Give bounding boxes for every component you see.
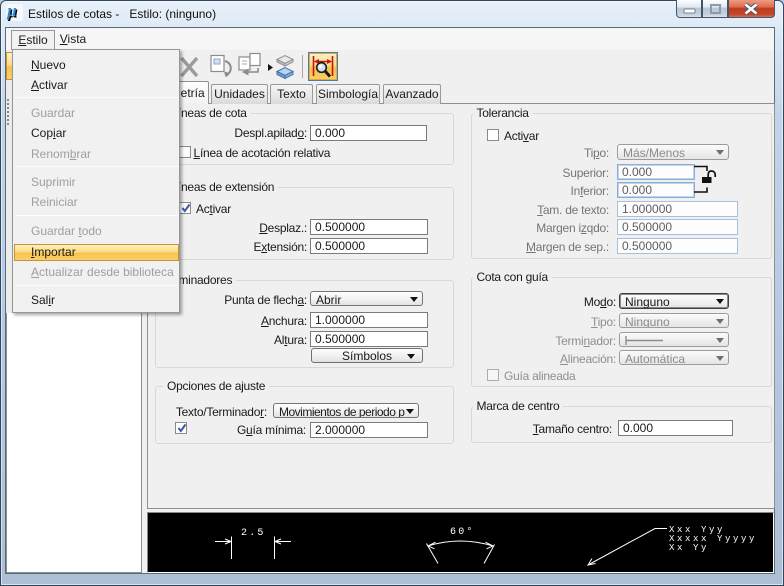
svg-text:60°: 60° — [450, 526, 475, 538]
svg-text:2.5: 2.5 — [241, 528, 266, 539]
svg-text:Xx Yy: Xx Yy — [669, 543, 709, 553]
